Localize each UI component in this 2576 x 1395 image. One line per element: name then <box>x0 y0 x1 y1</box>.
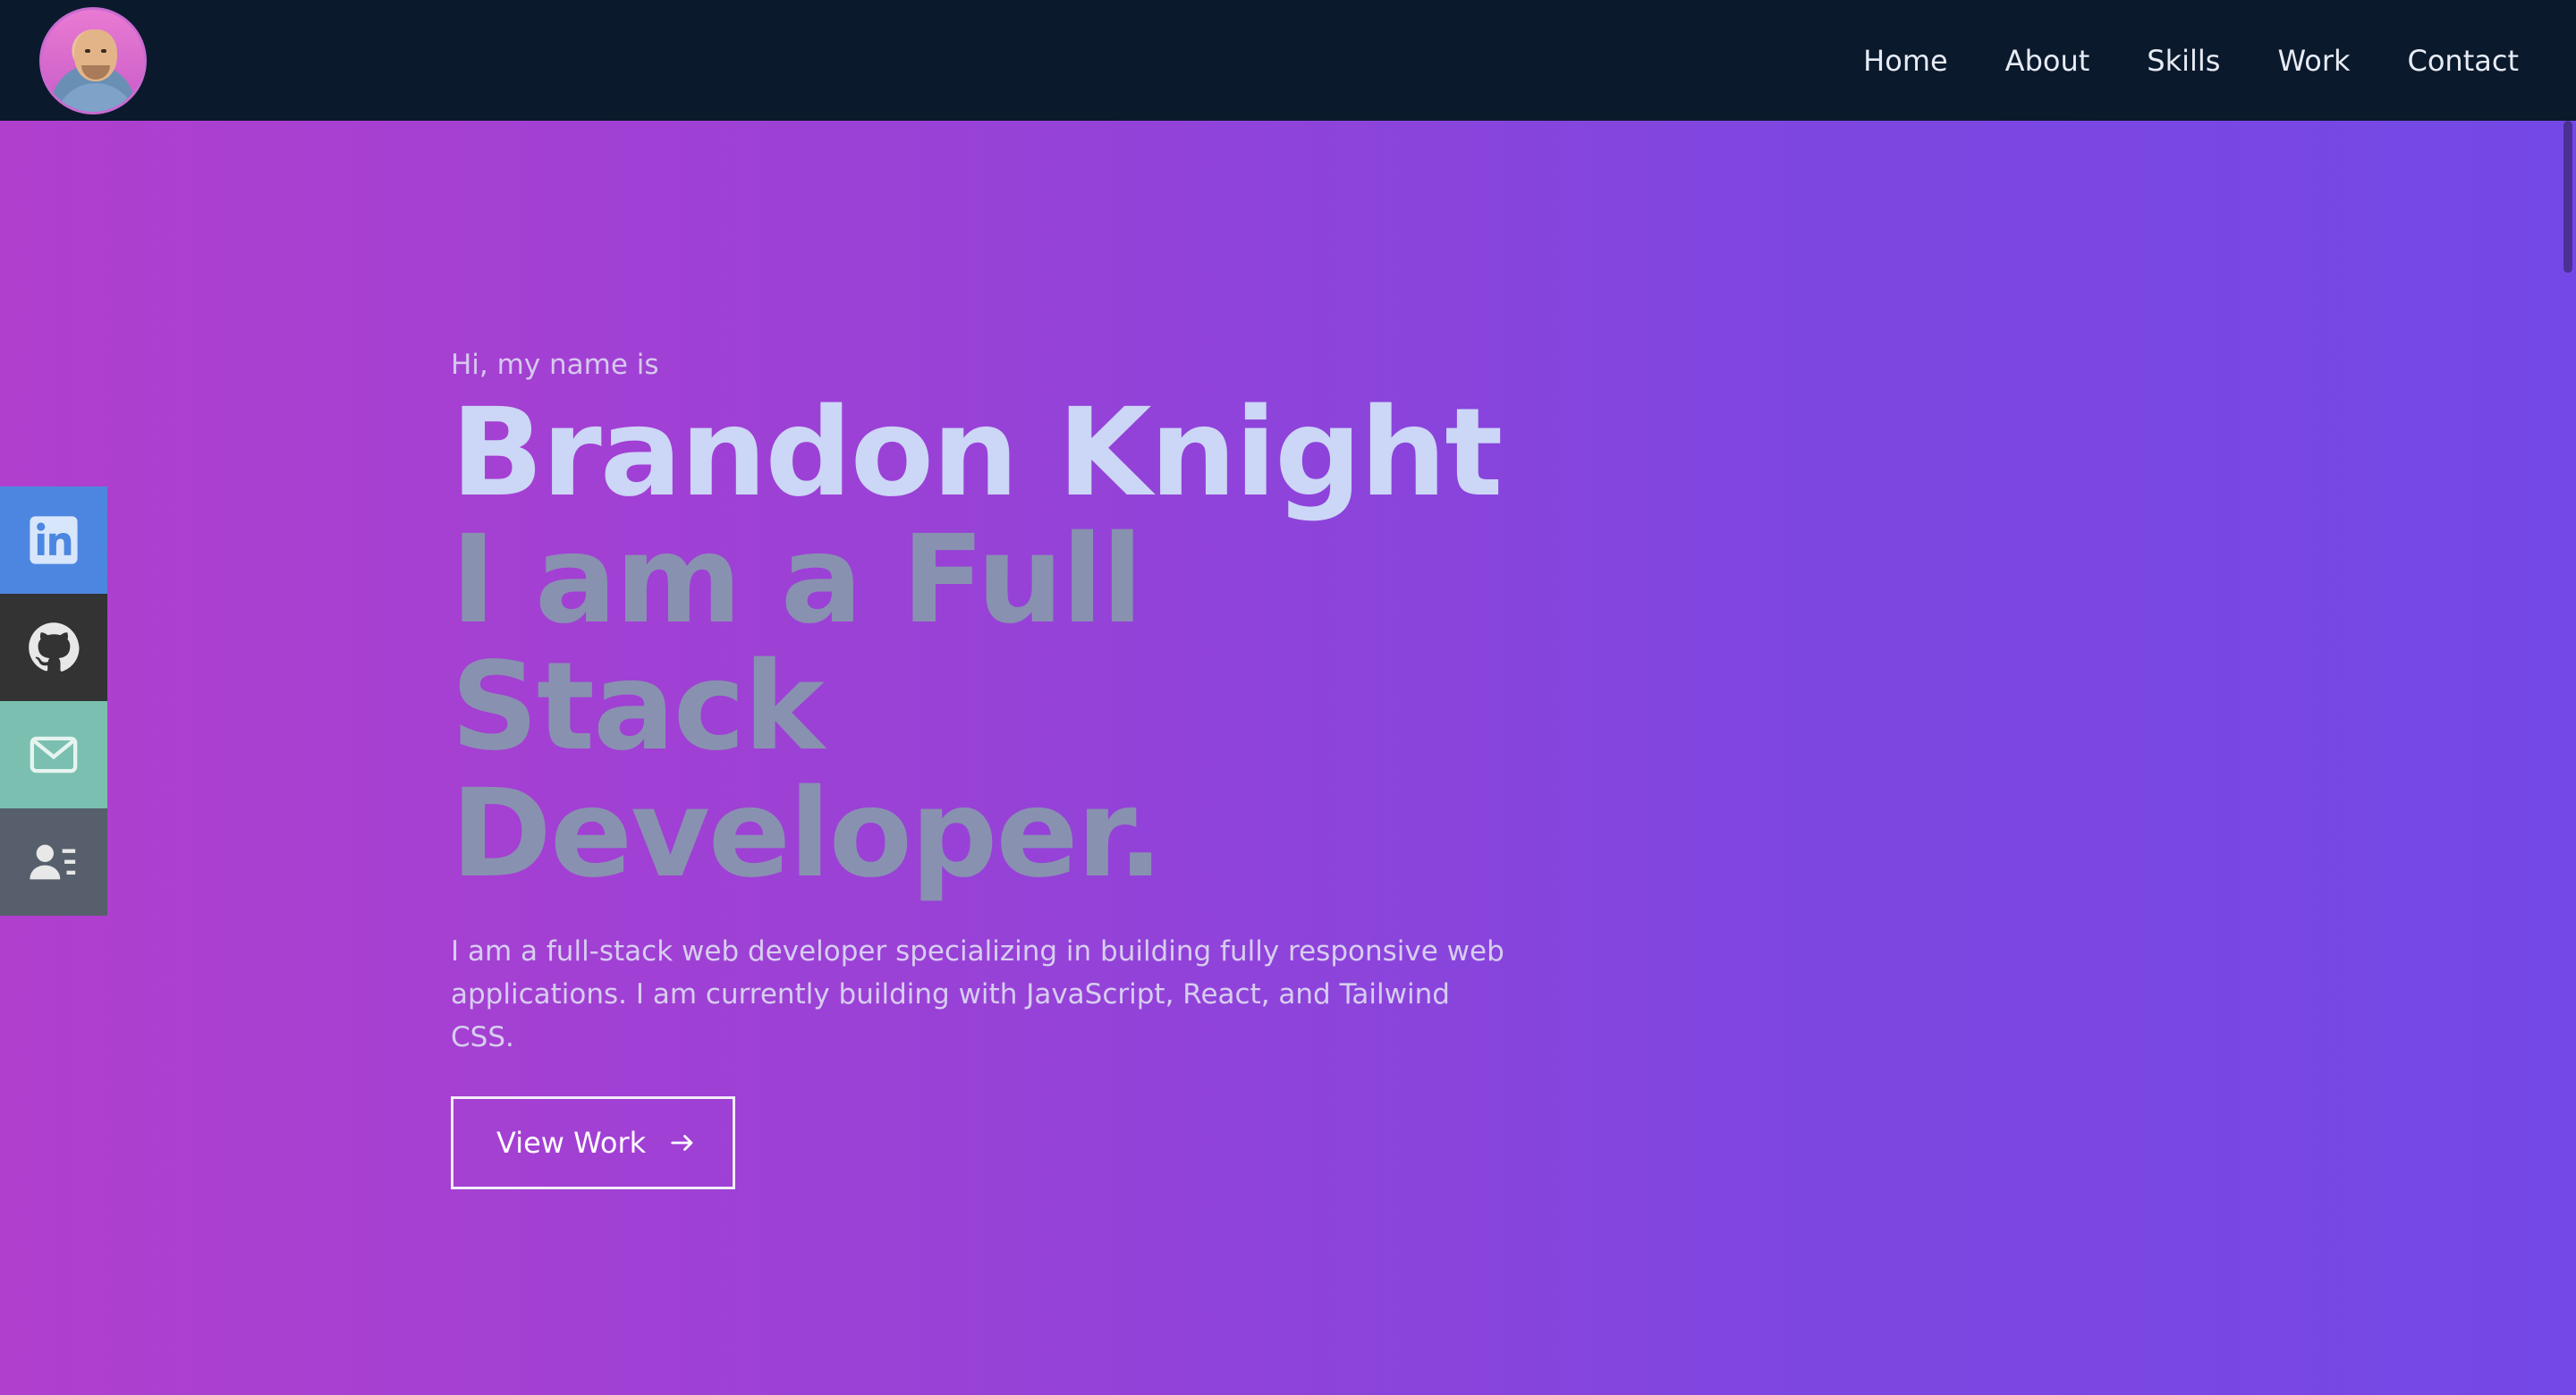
nav-link-about[interactable]: About <box>2005 44 2090 78</box>
hero-role: I am a Full Stack Developer. <box>451 517 1524 898</box>
resume-icon <box>30 844 76 880</box>
nav-link-work[interactable]: Work <box>2277 44 2350 78</box>
linkedin-icon <box>30 516 78 564</box>
nav-links: Home About Skills Work Contact <box>1863 44 2519 78</box>
github-icon <box>29 622 80 672</box>
social-sidebar <box>0 486 107 916</box>
hero-intro-line2: applications. I am currently building wi… <box>451 978 1450 1053</box>
linkedin-link[interactable] <box>0 486 107 594</box>
hero-section: Hi, my name is Brandon Knight I am a Ful… <box>451 349 1524 1189</box>
avatar-eye <box>85 48 90 53</box>
arrow-right-icon <box>671 1135 693 1151</box>
top-navbar: Home About Skills Work Contact <box>0 0 2576 121</box>
scrollbar-thumb[interactable] <box>2563 121 2572 273</box>
avatar-eye <box>101 48 106 53</box>
email-link[interactable] <box>0 701 107 808</box>
github-link[interactable] <box>0 594 107 701</box>
nav-link-skills[interactable]: Skills <box>2147 44 2220 78</box>
hero-intro: I am a full-stack web developer speciali… <box>451 930 1506 1059</box>
hero-intro-line1: I am a full-stack web developer speciali… <box>451 935 1504 968</box>
resume-link[interactable] <box>0 808 107 916</box>
mail-icon <box>30 736 78 774</box>
hero-greeting: Hi, my name is <box>451 349 659 381</box>
view-work-label: View Work <box>496 1126 647 1160</box>
hero-name: Brandon Knight <box>451 383 1503 524</box>
nav-link-contact[interactable]: Contact <box>2408 44 2520 78</box>
avatar-shirt <box>55 82 137 112</box>
view-work-button[interactable]: View Work <box>451 1096 735 1189</box>
avatar[interactable] <box>39 6 147 114</box>
hero-role-line2: Developer. <box>451 764 1164 905</box>
scrollbar[interactable] <box>2560 121 2576 1395</box>
hero-role-line1: I am a Full Stack <box>451 510 1143 778</box>
nav-link-home[interactable]: Home <box>1863 44 1948 78</box>
